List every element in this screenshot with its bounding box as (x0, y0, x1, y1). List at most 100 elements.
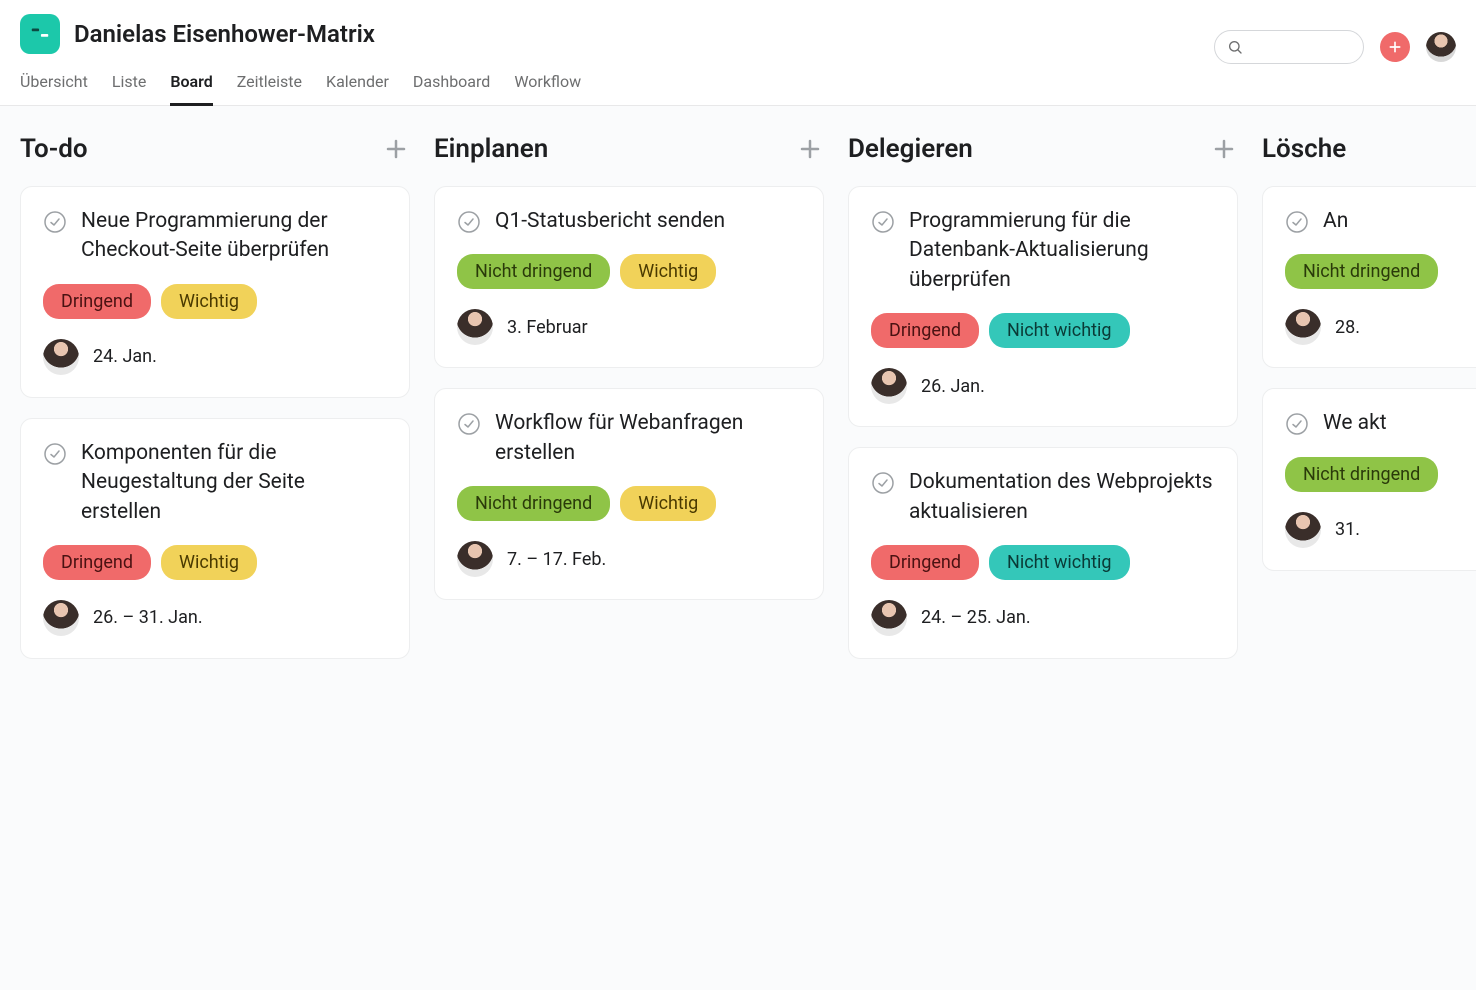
add-button[interactable] (1380, 32, 1410, 62)
column-loeschen: Lösche An Nicht dringend 28. (1262, 134, 1476, 962)
task-card[interactable]: Komponenten für die Neugestaltung der Se… (20, 418, 410, 659)
search-icon (1227, 39, 1243, 55)
search-input[interactable] (1214, 30, 1364, 64)
header: Danielas Eisenhower-Matrix (0, 0, 1476, 54)
tab-workflow[interactable]: Workflow (514, 72, 581, 106)
complete-checkbox[interactable] (43, 210, 67, 234)
tag-dringend: Dringend (871, 313, 979, 348)
tag-nicht-dringend: Nicht dringend (1285, 457, 1438, 492)
complete-checkbox[interactable] (1285, 412, 1309, 436)
task-title: Workflow für Webanfragen erstellen (495, 409, 801, 468)
check-circle-icon (871, 210, 895, 234)
task-date: 26. – 31. Jan. (93, 607, 203, 628)
tag-wichtig: Wichtig (161, 284, 257, 319)
plus-icon (1387, 39, 1403, 55)
task-date: 7. – 17. Feb. (507, 549, 606, 570)
assignee-avatar[interactable] (457, 541, 493, 577)
add-task-button[interactable] (796, 135, 824, 163)
column-header: Lösche (1262, 134, 1476, 164)
complete-checkbox[interactable] (1285, 210, 1309, 234)
column-einplanen: Einplanen Q1-Statusbericht senden Nicht … (434, 134, 824, 962)
assignee-avatar[interactable] (1285, 309, 1321, 345)
assignee-avatar[interactable] (43, 339, 79, 375)
assignee-avatar[interactable] (871, 600, 907, 636)
complete-checkbox[interactable] (457, 210, 481, 234)
task-date: 24. Jan. (93, 346, 157, 367)
check-circle-icon (457, 210, 481, 234)
tab-kalender[interactable]: Kalender (326, 72, 389, 106)
task-title: Programmierung für die Datenbank-Aktuali… (909, 207, 1215, 295)
add-task-button[interactable] (1210, 135, 1238, 163)
complete-checkbox[interactable] (871, 471, 895, 495)
user-avatar[interactable] (1426, 32, 1456, 62)
check-circle-icon (1285, 210, 1309, 234)
check-circle-icon (1285, 412, 1309, 436)
column-delegieren: Delegieren Programmierung für die Datenb… (848, 134, 1238, 962)
tab-liste[interactable]: Liste (112, 72, 146, 106)
tag-nicht-wichtig: Nicht wichtig (989, 545, 1130, 580)
plus-icon (798, 137, 822, 161)
tag-nicht-wichtig: Nicht wichtig (989, 313, 1130, 348)
board-area: To-do Neue Programmierung der Checkout-S… (0, 106, 1476, 990)
tab-uebersicht[interactable]: Übersicht (20, 72, 88, 106)
plus-icon (1212, 137, 1236, 161)
task-tags: Nicht dringend Wichtig (457, 486, 801, 521)
tag-dringend: Dringend (43, 284, 151, 319)
header-controls (1214, 30, 1456, 64)
task-date: 26. Jan. (921, 376, 985, 397)
check-circle-icon (43, 210, 67, 234)
assignee-avatar[interactable] (457, 309, 493, 345)
column-title: To-do (20, 134, 88, 164)
complete-checkbox[interactable] (457, 412, 481, 436)
tag-nicht-dringend: Nicht dringend (1285, 254, 1438, 289)
column-title: Lösche (1262, 134, 1346, 164)
tab-zeitleiste[interactable]: Zeitleiste (237, 72, 302, 106)
tag-wichtig: Wichtig (620, 486, 716, 521)
task-date: 24. – 25. Jan. (921, 607, 1031, 628)
column-header: To-do (20, 134, 410, 164)
tag-nicht-dringend: Nicht dringend (457, 486, 610, 521)
task-date: 28. (1335, 317, 1360, 338)
task-tags: Nicht dringend (1285, 254, 1476, 289)
tag-dringend: Dringend (43, 545, 151, 580)
check-circle-icon (457, 412, 481, 436)
assignee-avatar[interactable] (871, 368, 907, 404)
task-card[interactable]: Q1-Statusbericht senden Nicht dringend W… (434, 186, 824, 368)
add-task-button[interactable] (382, 135, 410, 163)
task-card[interactable]: An Nicht dringend 28. (1262, 186, 1476, 368)
task-card[interactable]: We akt Nicht dringend 31. (1262, 388, 1476, 570)
column-title: Einplanen (434, 134, 548, 164)
assignee-avatar[interactable] (1285, 512, 1321, 548)
complete-checkbox[interactable] (871, 210, 895, 234)
assignee-avatar[interactable] (43, 600, 79, 636)
task-title: We akt (1323, 409, 1387, 438)
task-date: 3. Februar (507, 317, 588, 338)
task-tags: Dringend Wichtig (43, 284, 387, 319)
task-title: Dokumentation des Webprojekts aktualisie… (909, 468, 1215, 527)
task-card[interactable]: Workflow für Webanfragen erstellen Nicht… (434, 388, 824, 600)
plus-icon (384, 137, 408, 161)
task-tags: Dringend Nicht wichtig (871, 313, 1215, 348)
tab-board[interactable]: Board (170, 72, 212, 106)
check-circle-icon (871, 471, 895, 495)
task-tags: Dringend Wichtig (43, 545, 387, 580)
complete-checkbox[interactable] (43, 442, 67, 466)
project-icon (20, 14, 60, 54)
task-title: Q1-Statusbericht senden (495, 207, 725, 236)
task-title: Neue Programmierung der Checkout-Seite ü… (81, 207, 387, 266)
tag-wichtig: Wichtig (161, 545, 257, 580)
check-circle-icon (43, 442, 67, 466)
task-title: An (1323, 207, 1348, 236)
tab-dashboard[interactable]: Dashboard (413, 72, 490, 106)
board: To-do Neue Programmierung der Checkout-S… (20, 134, 1476, 962)
task-date: 31. (1335, 519, 1360, 540)
task-card[interactable]: Programmierung für die Datenbank-Aktuali… (848, 186, 1238, 427)
task-card[interactable]: Dokumentation des Webprojekts aktualisie… (848, 447, 1238, 659)
task-card[interactable]: Neue Programmierung der Checkout-Seite ü… (20, 186, 410, 398)
tag-dringend: Dringend (871, 545, 979, 580)
task-tags: Nicht dringend Wichtig (457, 254, 801, 289)
task-tags: Dringend Nicht wichtig (871, 545, 1215, 580)
column-header: Delegieren (848, 134, 1238, 164)
tag-nicht-dringend: Nicht dringend (457, 254, 610, 289)
column-todo: To-do Neue Programmierung der Checkout-S… (20, 134, 410, 962)
